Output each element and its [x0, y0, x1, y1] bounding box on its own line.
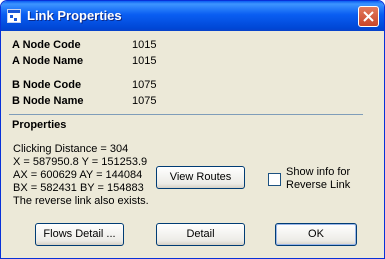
detail-button[interactable]: Detail: [156, 223, 245, 246]
ok-button[interactable]: OK: [275, 223, 357, 246]
a-node-code-label: A Node Code: [12, 39, 81, 51]
close-icon: [363, 11, 374, 22]
xy-coordinates-text: X = 587950.8 Y = 151253.9: [13, 156, 148, 168]
reverse-link-checkbox[interactable]: [268, 173, 281, 186]
b-node-name-value: 1075: [132, 95, 157, 107]
b-node-name-label: B Node Name: [12, 95, 84, 107]
checkbox-label-line2: Reverse Link: [286, 179, 351, 191]
a-node-code-value: 1015: [132, 39, 157, 51]
app-icon: [7, 9, 21, 23]
reverse-link-note: The reverse link also exists.: [13, 195, 149, 207]
b-node-code-value: 1075: [132, 79, 157, 91]
a-coordinates-text: AX = 600629 AY = 144084: [13, 169, 143, 181]
a-node-name-label: A Node Name: [12, 55, 84, 67]
checkbox-label-line1: Show info for: [286, 166, 351, 178]
a-node-name-value: 1015: [132, 55, 157, 67]
window-title: Link Properties: [27, 8, 122, 23]
b-coordinates-text: BX = 582431 BY = 154883: [13, 182, 144, 194]
title-bar[interactable]: Link Properties: [1, 1, 384, 31]
view-routes-button[interactable]: View Routes: [156, 166, 245, 189]
separator: [9, 114, 363, 115]
flows-detail-button[interactable]: Flows Detail ...: [35, 223, 124, 246]
link-properties-dialog: Link Properties A Node Code 1015 A Node …: [0, 0, 385, 259]
clicking-distance-text: Clicking Distance = 304: [13, 143, 129, 155]
b-node-code-label: B Node Code: [12, 79, 82, 91]
reverse-link-checkbox-label[interactable]: Show info for Reverse Link: [286, 166, 350, 192]
properties-heading: Properties: [12, 119, 67, 131]
close-button[interactable]: [358, 6, 379, 27]
